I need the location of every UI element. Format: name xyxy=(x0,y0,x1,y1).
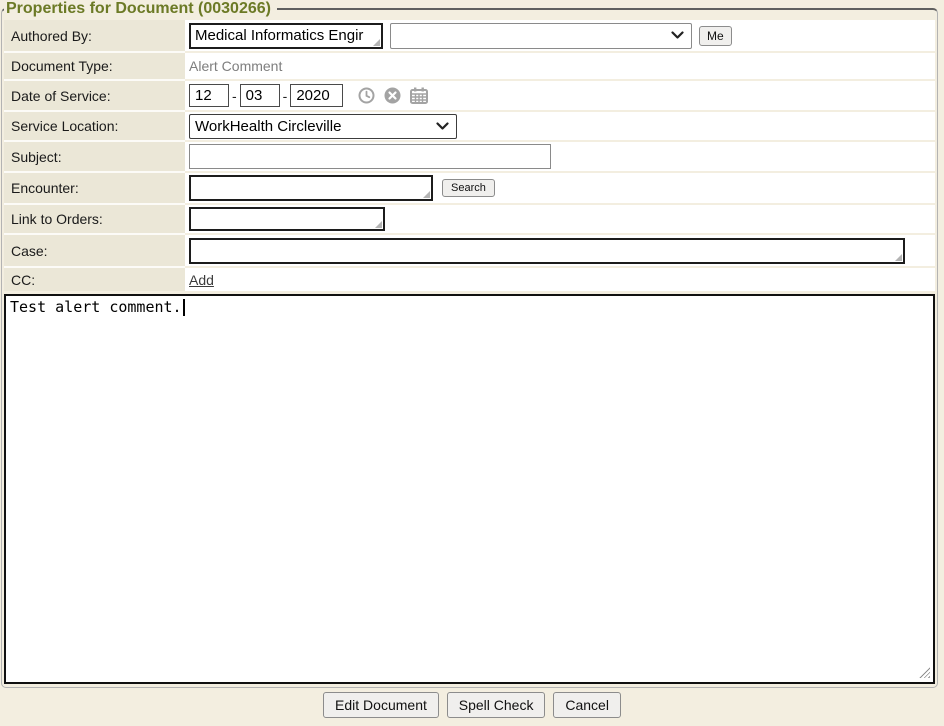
service-location-select[interactable]: WorkHealth Circleville xyxy=(189,114,457,139)
document-properties-panel: Properties for Document (0030266) Author… xyxy=(1,0,938,688)
authored-by-label: Authored By: xyxy=(4,20,185,51)
document-type-value: Alert Comment xyxy=(189,58,282,74)
link-to-orders-input[interactable] xyxy=(189,207,385,231)
row-link-to-orders: Link to Orders: xyxy=(4,205,935,233)
date-year-input[interactable] xyxy=(290,84,343,107)
cancel-button[interactable]: Cancel xyxy=(553,692,621,718)
service-location-label: Service Location: xyxy=(4,112,185,140)
row-date-of-service: Date of Service: - - xyxy=(4,81,935,110)
row-authored-by: Authored By: Me xyxy=(4,20,935,51)
date-separator: - xyxy=(232,88,237,104)
calendar-icon[interactable] xyxy=(410,87,428,104)
document-body-textarea[interactable]: Test alert comment. xyxy=(4,294,935,684)
edit-document-button[interactable]: Edit Document xyxy=(323,692,439,718)
footer-button-bar: Edit Document Spell Check Cancel xyxy=(0,692,944,718)
cc-add-link[interactable]: Add xyxy=(189,272,214,288)
clear-icon[interactable] xyxy=(384,87,401,104)
cc-label: CC: xyxy=(4,268,185,291)
authored-by-assistant-select[interactable] xyxy=(390,23,692,49)
case-input[interactable] xyxy=(189,238,905,264)
encounter-search-button[interactable]: Search xyxy=(442,179,495,197)
case-label: Case: xyxy=(4,235,185,266)
row-case: Case: xyxy=(4,235,935,266)
date-of-service-label: Date of Service: xyxy=(4,81,185,110)
link-to-orders-label: Link to Orders: xyxy=(4,205,185,233)
document-body-container: Test alert comment. xyxy=(4,294,935,684)
authored-by-input[interactable] xyxy=(189,23,383,49)
document-type-label: Document Type: xyxy=(4,53,185,79)
encounter-label: Encounter: xyxy=(4,173,185,203)
encounter-input[interactable] xyxy=(189,175,433,201)
clock-icon[interactable] xyxy=(358,87,375,104)
row-service-location: Service Location: WorkHealth Circleville xyxy=(4,112,935,140)
row-subject: Subject: xyxy=(4,142,935,171)
row-document-type: Document Type: Alert Comment xyxy=(4,53,935,79)
spell-check-button[interactable]: Spell Check xyxy=(447,692,546,718)
subject-input[interactable] xyxy=(189,144,551,169)
me-button[interactable]: Me xyxy=(699,26,732,46)
row-encounter: Encounter: Search xyxy=(4,173,935,203)
subject-label: Subject: xyxy=(4,142,185,171)
page-title: Properties for Document (0030266) xyxy=(4,0,277,18)
date-month-input[interactable] xyxy=(189,84,229,107)
date-day-input[interactable] xyxy=(240,84,280,107)
properties-form: Authored By: Me Document Typ xyxy=(4,20,935,291)
date-separator: - xyxy=(283,88,288,104)
row-cc: CC: Add xyxy=(4,268,935,291)
